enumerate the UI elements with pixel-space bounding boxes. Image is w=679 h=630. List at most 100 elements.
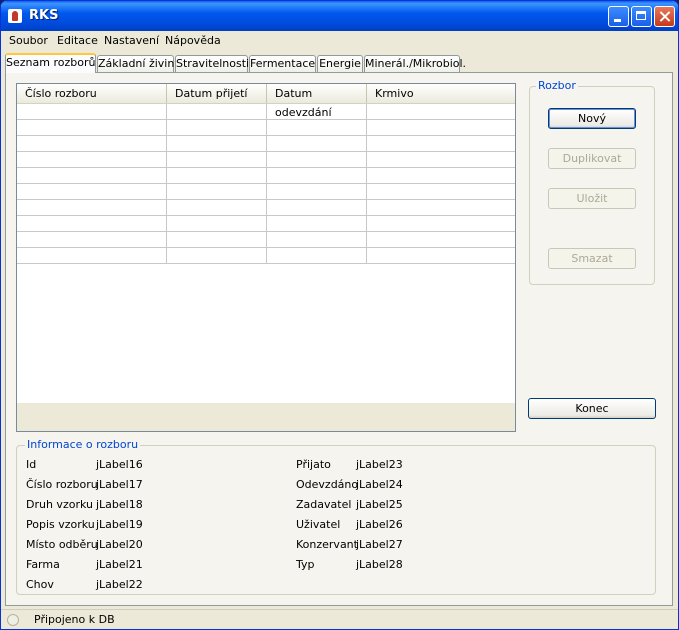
end-button[interactable]: Konec	[528, 398, 656, 419]
connection-status-icon	[7, 614, 19, 626]
menu-editace[interactable]: Editace	[57, 34, 98, 47]
table-cell[interactable]	[367, 232, 515, 248]
table-cell[interactable]	[167, 104, 267, 120]
info-value: jLabel20	[96, 538, 143, 551]
close-button[interactable]	[654, 6, 675, 27]
info-label: Druh vzorku	[26, 498, 93, 511]
table-cell[interactable]	[367, 184, 515, 200]
table-cell[interactable]	[17, 104, 167, 120]
table-cell[interactable]	[17, 168, 167, 184]
table-row[interactable]	[17, 232, 515, 248]
table-row[interactable]	[17, 200, 515, 216]
table-cell[interactable]	[17, 200, 167, 216]
table-cell[interactable]	[17, 152, 167, 168]
info-label: Odevzdáno	[296, 478, 359, 491]
column-header-datum-odevzdani[interactable]: Datum odevzdání	[267, 84, 367, 119]
table-row[interactable]	[17, 136, 515, 152]
column-header-krmivo[interactable]: Krmivo	[367, 84, 515, 103]
info-value: jLabel19	[96, 518, 143, 531]
table-cell[interactable]	[17, 248, 167, 264]
tab-stravitelnosti[interactable]: Stravitelnosti	[175, 55, 249, 72]
table-cell[interactable]	[367, 168, 515, 184]
info-group-title: Informace o rozboru	[25, 438, 141, 451]
table-cell[interactable]	[17, 232, 167, 248]
column-header-cislo-rozboru[interactable]: Číslo rozboru	[17, 84, 167, 103]
table-cell[interactable]	[167, 232, 267, 248]
table-cell[interactable]	[367, 136, 515, 152]
table-cell[interactable]	[267, 232, 367, 248]
table-cell[interactable]	[167, 136, 267, 152]
table-cell[interactable]	[167, 184, 267, 200]
window-title: RKS	[29, 8, 59, 23]
save-button[interactable]: Uložit	[548, 188, 636, 209]
table-cell[interactable]	[267, 152, 367, 168]
table-row[interactable]	[17, 168, 515, 184]
table-cell[interactable]	[17, 136, 167, 152]
info-label: Popis vzorku	[26, 518, 95, 531]
rozbory-table[interactable]: Číslo rozboru Datum přijetí Datum odevzd…	[16, 83, 516, 432]
table-cell[interactable]	[167, 168, 267, 184]
table-row[interactable]	[17, 120, 515, 136]
info-label: Konzervant	[296, 538, 358, 551]
info-label: Uživatel	[296, 518, 341, 531]
table-row[interactable]	[17, 248, 515, 264]
tab-seznam-rozboru[interactable]: Seznam rozborů	[5, 53, 96, 73]
table-cell[interactable]	[367, 248, 515, 264]
column-header-datum-prijeti[interactable]: Datum přijetí	[167, 84, 267, 103]
table-cell[interactable]	[267, 168, 367, 184]
info-label: Místo odběru	[26, 538, 98, 551]
table-cell[interactable]	[267, 216, 367, 232]
table-cell[interactable]	[367, 152, 515, 168]
table-row[interactable]	[17, 184, 515, 200]
menu-soubor[interactable]: Soubor	[9, 34, 48, 47]
table-row[interactable]	[17, 104, 515, 120]
table-cell[interactable]	[367, 120, 515, 136]
table-cell[interactable]	[267, 184, 367, 200]
maximize-button[interactable]	[631, 6, 652, 27]
table-cell[interactable]	[167, 152, 267, 168]
info-value: jLabel27	[356, 538, 403, 551]
minimize-button[interactable]	[608, 6, 629, 27]
info-value: jLabel17	[96, 478, 143, 491]
table-cell[interactable]	[367, 216, 515, 232]
delete-button[interactable]: Smazat	[548, 248, 636, 269]
info-label: Číslo rozboru	[26, 478, 98, 491]
table-row[interactable]	[17, 216, 515, 232]
title-bar[interactable]: RKS	[1, 1, 678, 31]
info-label: Id	[26, 458, 37, 471]
tab-zakladni-ziviny[interactable]: Základní živiny	[97, 55, 181, 72]
table-header: Číslo rozboru Datum přijetí Datum odevzd…	[17, 84, 515, 119]
info-value: jLabel25	[356, 498, 403, 511]
rozbor-group-title: Rozbor	[536, 79, 578, 92]
table-cell[interactable]	[167, 248, 267, 264]
table-cell[interactable]	[17, 184, 167, 200]
info-label: Farma	[26, 558, 60, 571]
table-cell[interactable]	[167, 200, 267, 216]
table-cell[interactable]	[367, 104, 515, 120]
table-cell[interactable]	[267, 120, 367, 136]
menu-nastaveni[interactable]: Nastavení	[104, 34, 159, 47]
new-button[interactable]: Nový	[548, 108, 636, 129]
table-row[interactable]	[17, 152, 515, 168]
table-cell[interactable]	[17, 216, 167, 232]
table-cell[interactable]	[167, 216, 267, 232]
duplicate-button[interactable]: Duplikovat	[548, 148, 636, 169]
table-cell[interactable]	[167, 120, 267, 136]
info-label: Typ	[296, 558, 315, 571]
table-footer-area	[17, 403, 515, 431]
table-cell[interactable]	[267, 104, 367, 120]
tab-fermentace[interactable]: Fermentace	[249, 55, 316, 72]
table-cell[interactable]	[367, 200, 515, 216]
info-label: Přijato	[296, 458, 331, 471]
info-value: jLabel28	[356, 558, 403, 571]
table-cell[interactable]	[267, 248, 367, 264]
tab-mineral-mikrobiol[interactable]: Minerál./Mikrobiol.	[364, 55, 466, 72]
table-cell[interactable]	[17, 120, 167, 136]
info-value: jLabel16	[96, 458, 143, 471]
status-bar: Připojeno k DB	[1, 609, 678, 629]
tab-energie[interactable]: Energie	[317, 55, 363, 72]
table-cell[interactable]	[267, 200, 367, 216]
menu-napoveda[interactable]: Nápověda	[165, 34, 221, 47]
table-cell[interactable]	[267, 136, 367, 152]
menu-bar: Soubor Editace Nastavení Nápověda	[4, 31, 675, 51]
